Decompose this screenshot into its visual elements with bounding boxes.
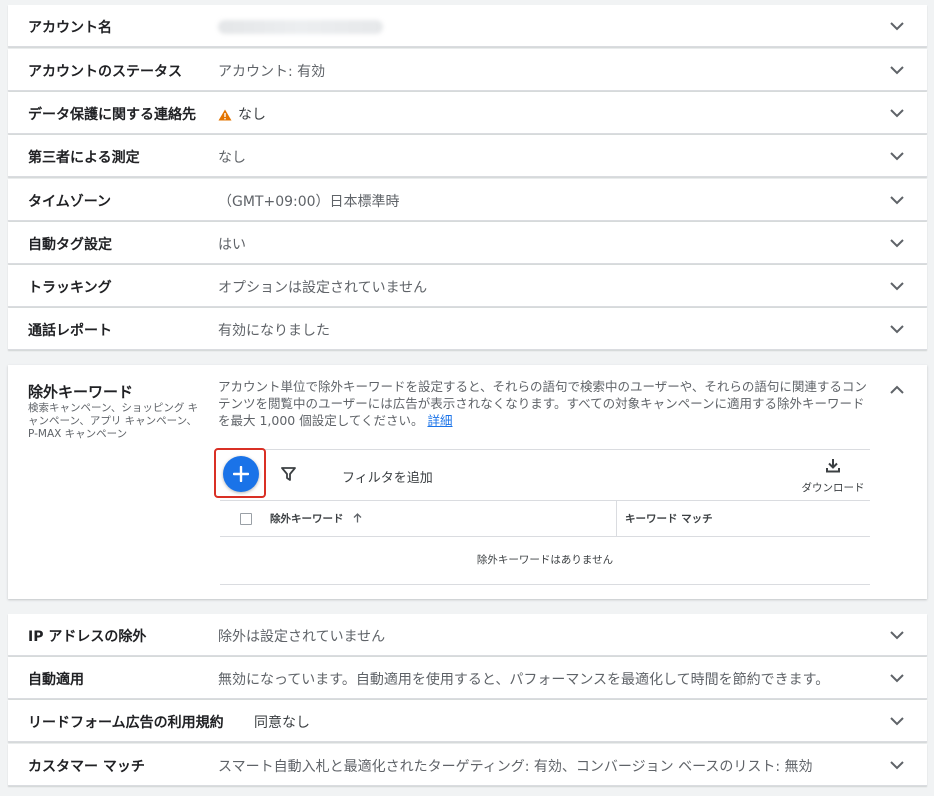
- panel-subtitle: 検索キャンペーン、ショッピング キャンペーン、アプリ キャンペーン、P-MAX …: [28, 402, 199, 440]
- setting-value: スマート自動入札と最適化されたターゲティング: 有効、コンバージョン ベースのリ…: [218, 759, 813, 775]
- chevron-down-icon: [890, 282, 904, 291]
- sort-arrow-up-icon[interactable]: [353, 513, 362, 523]
- setting-label: リードフォーム広告の利用規約: [28, 715, 224, 731]
- setting-value: なし: [218, 150, 246, 166]
- setting-row-lead-form-terms[interactable]: リードフォーム広告の利用規約 同意なし: [8, 700, 927, 742]
- setting-row-account-name[interactable]: アカウント名: [8, 5, 927, 47]
- chevron-down-icon: [890, 196, 904, 205]
- column-header-keyword[interactable]: 除外キーワード: [270, 511, 344, 526]
- setting-row-auto-apply[interactable]: 自動適用 無効になっています。自動適用を使用すると、パフォーマンスを最適化して時…: [8, 657, 927, 699]
- download-label: ダウンロード: [801, 482, 865, 494]
- setting-row-ip-exclusion[interactable]: IP アドレスの除外 除外は設定されていません: [8, 614, 927, 656]
- setting-label: アカウント名: [28, 20, 112, 36]
- panel-title: 除外キーワード: [28, 383, 134, 401]
- plus-icon: [233, 466, 249, 482]
- empty-state-message: 除外キーワードはありません: [220, 537, 870, 585]
- setting-label: 自動適用: [28, 672, 84, 688]
- description-text: アカウント単位で除外キーワードを設定すると、それらの語句で検索中のユーザーや、そ…: [218, 379, 867, 428]
- setting-row-tracking[interactable]: トラッキング オプションは設定されていません: [8, 265, 927, 307]
- setting-value: オプションは設定されていません: [218, 280, 428, 296]
- setting-label: 第三者による測定: [28, 150, 140, 166]
- chevron-down-icon: [890, 22, 904, 31]
- setting-value: アカウント: 有効: [218, 64, 326, 80]
- setting-row-customer-match[interactable]: カスタマー マッチ スマート自動入札と最適化されたターゲティング: 有効、コンバ…: [8, 744, 927, 786]
- setting-value: 無効になっています。自動適用を使用すると、パフォーマンスを最適化して時間を節約で…: [218, 672, 830, 688]
- chevron-down-icon: [890, 239, 904, 248]
- chevron-down-icon: [890, 674, 904, 683]
- setting-row-timezone[interactable]: タイムゾーン （GMT+09:00）日本標準時: [8, 179, 927, 221]
- add-filter-button[interactable]: フィルタを追加: [342, 467, 433, 486]
- account-name-redacted: [218, 20, 383, 34]
- setting-row-call-reporting[interactable]: 通話レポート 有効になりました: [8, 308, 927, 350]
- setting-label: アカウントのステータス: [28, 64, 182, 80]
- setting-row-auto-tagging[interactable]: 自動タグ設定 はい: [8, 222, 927, 264]
- setting-label: 自動タグ設定: [28, 237, 112, 253]
- keywords-toolbar: フィルタを追加 ダウンロード: [214, 448, 870, 501]
- add-keyword-button[interactable]: [223, 456, 259, 492]
- setting-value: なし: [238, 107, 266, 123]
- download-button[interactable]: ダウンロード: [798, 458, 868, 495]
- filter-icon[interactable]: [281, 467, 296, 481]
- setting-value: 除外は設定されていません: [218, 629, 386, 645]
- chevron-down-icon: [890, 761, 904, 770]
- setting-value: はい: [218, 237, 246, 253]
- setting-value: 有効になりました: [218, 323, 330, 339]
- setting-value-wrap: なし: [218, 104, 266, 124]
- setting-label: トラッキング: [28, 280, 112, 296]
- column-divider: [616, 500, 617, 536]
- chevron-down-icon: [890, 109, 904, 118]
- setting-label: タイムゾーン: [28, 194, 112, 210]
- setting-row-account-status[interactable]: アカウントのステータス アカウント: 有効: [8, 49, 927, 91]
- select-all-checkbox[interactable]: [240, 513, 252, 525]
- panel-description: アカウント単位で除外キーワードを設定すると、それらの語句で検索中のユーザーや、そ…: [218, 378, 873, 429]
- chevron-down-icon: [890, 325, 904, 334]
- table-header: 除外キーワード キーワード マッチ: [220, 500, 870, 537]
- chevron-up-icon[interactable]: [889, 385, 905, 395]
- column-header-match-type[interactable]: キーワード マッチ: [625, 511, 713, 526]
- setting-row-data-protection[interactable]: データ保護に関する連絡先 なし: [8, 92, 927, 134]
- chevron-down-icon: [890, 66, 904, 75]
- setting-value: （GMT+09:00）日本標準時: [218, 194, 400, 210]
- details-link[interactable]: 詳細: [427, 413, 452, 428]
- download-icon: [826, 459, 840, 473]
- setting-label: データ保護に関する連絡先: [28, 107, 196, 123]
- chevron-down-icon: [890, 152, 904, 161]
- setting-value: 同意なし: [254, 715, 310, 731]
- negative-keywords-panel: 除外キーワード 検索キャンペーン、ショッピング キャンペーン、アプリ キャンペー…: [8, 365, 927, 599]
- setting-label: IP アドレスの除外: [28, 629, 147, 645]
- setting-row-third-party[interactable]: 第三者による測定 なし: [8, 135, 927, 177]
- setting-label: カスタマー マッチ: [28, 759, 145, 775]
- setting-label: 通話レポート: [28, 323, 112, 339]
- chevron-down-icon: [890, 717, 904, 726]
- chevron-down-icon: [890, 631, 904, 640]
- warning-icon: [218, 109, 232, 121]
